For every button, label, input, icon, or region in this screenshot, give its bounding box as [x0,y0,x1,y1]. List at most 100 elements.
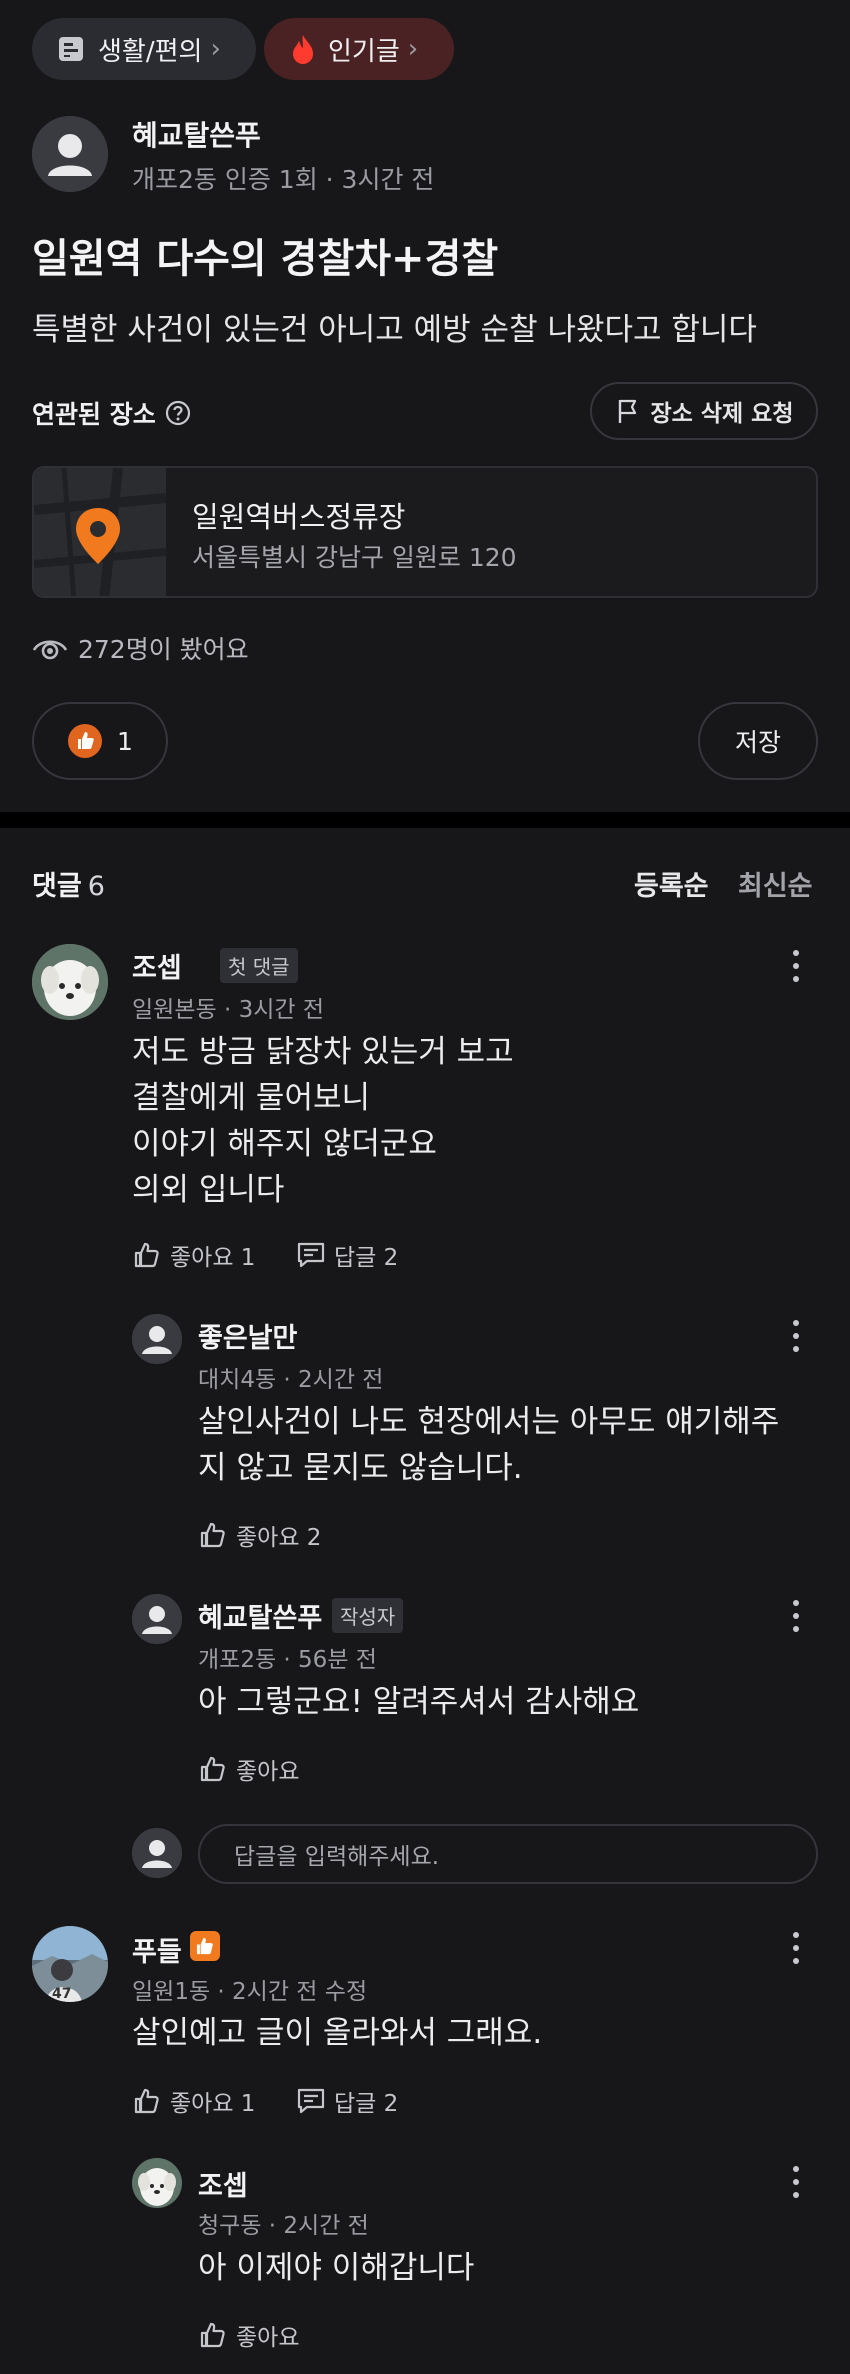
thumbs-up-icon [200,1756,225,1782]
related-place-label: 연관된 장소 [32,400,156,429]
reply-like-label: 좋아요 [236,1759,300,1785]
reply-like-label: 좋아요 2 [236,1525,322,1551]
map-thumbnail [34,468,166,596]
place-card[interactable]: 일원역버스정류장 서울특별시 강남구 일원로 120 [32,466,818,598]
commenter-avatar[interactable]: 47 [32,1926,108,2002]
default-avatar-icon [32,116,108,192]
svg-text:47: 47 [52,1986,71,2002]
more-options-icon[interactable] [782,946,810,986]
popular-chip[interactable]: 인기글 › [264,18,454,80]
post-title: 일원역 다수의 경찰차+경찰 [32,236,499,282]
comment-reply-button[interactable]: 답글 2 [296,1238,398,1272]
comment-author[interactable]: 푸들 [132,1930,182,1969]
reply-like-button[interactable]: 좋아요 2 [198,1518,321,1552]
author-avatar[interactable] [32,116,108,192]
more-options-icon[interactable] [782,1596,810,1636]
reply-input[interactable]: 답글을 입력해주세요. [198,1824,818,1884]
reply-author[interactable]: 좋은날만 [198,1316,297,1355]
default-avatar-icon [132,1314,182,1364]
reply-line: 살인사건이 나도 현장에서는 아무도 얘기해주 [198,1404,780,1440]
comment-like-label: 좋아요 1 [170,2091,256,2117]
sort-registered-tab[interactable]: 등록순 [634,864,709,903]
dog-photo [132,2158,182,2208]
comments-title: 댓글 [32,871,82,902]
post-like-count: 1 [117,726,133,756]
fire-icon [293,35,313,64]
reply-meta: 개포2동 · 56분 전 [198,1647,377,1673]
post-like-button[interactable]: 1 [32,702,168,780]
reply-body: 살인사건이 나도 현장에서는 아무도 얘기해주 지 않고 묻지도 않습니다. [198,1399,779,1491]
view-count-label: 272명이 봤어요 [78,635,249,664]
sort-latest-tab[interactable]: 최신순 [738,864,813,903]
comment-author[interactable]: 조셉 [132,946,182,985]
thumbs-up-icon [134,2088,159,2114]
comment-body: 저도 방금 닭장차 있는거 보고 결찰에게 물어보니 이야기 해주지 않더군요 … [132,1029,514,1213]
user-photo: 47 [32,1926,108,2002]
comment-like-label: 좋아요 1 [170,1245,256,1271]
reply-body: 아 그렇군요! 알려주셔서 감사해요 [198,1684,640,1720]
first-comment-badge: 첫 댓글 [220,948,298,983]
reply-like-button[interactable]: 좋아요 [198,1752,299,1786]
delete-place-request-button[interactable]: 장소 삭제 요청 [590,382,818,440]
chevron-right-icon: › [407,34,419,64]
more-options-icon[interactable] [782,1316,810,1356]
comment-meta: 일원본동 · 3시간 전 [132,997,324,1023]
comment-like-button[interactable]: 좋아요 1 [132,2084,255,2118]
replier-avatar[interactable] [132,2158,182,2208]
my-avatar [132,1828,182,1878]
comment-icon [297,1242,325,1268]
category-chip-label: 생활/편의 [98,36,203,67]
default-avatar-icon [132,1594,182,1644]
replier-avatar[interactable] [132,1594,182,1644]
comment-line: 결찰에게 물어보니 [132,1080,371,1116]
section-divider [0,812,850,828]
comment-reply-label: 답글 2 [334,1245,399,1271]
comment-line: 의외 입니다 [132,1172,285,1208]
thumbs-up-icon [134,1242,159,1268]
save-button-label: 저장 [734,728,781,757]
thumbs-up-icon [200,1522,225,1548]
reply-author[interactable]: 혜교탈쓴푸 [198,1596,322,1635]
comment-line: 저도 방금 닭장차 있는거 보고 [132,1034,514,1070]
comment-like-button[interactable]: 좋아요 1 [132,1238,255,1272]
board-icon [59,37,83,61]
reply-like-button[interactable]: 좋아요 [198,2318,299,2352]
more-options-icon[interactable] [782,2162,810,2202]
flag-icon [618,399,636,423]
comment-line: 이야기 해주지 않더군요 [132,1126,437,1162]
chevron-right-icon: › [210,34,221,64]
comments-header: 댓글 6 [32,864,105,903]
place-name: 일원역버스정류장 [192,500,406,534]
dog-photo [32,944,108,1020]
comment-body: 살인예고 글이 올라와서 그래요. [132,2015,543,2051]
view-count: 272명이 봤어요 [32,630,249,666]
comments-count: 6 [87,871,105,902]
reply-body: 아 이제야 이해갑니다 [198,2250,475,2286]
thumbs-up-icon [68,724,103,758]
popular-chip-label: 인기글 [328,36,400,67]
category-chip[interactable]: 생활/편의 › [32,18,256,80]
comment-icon [297,2088,325,2114]
reply-line: 지 않고 묻지도 않습니다. [198,1450,523,1486]
commenter-avatar[interactable] [32,944,108,1020]
reply-author[interactable]: 조셉 [198,2164,248,2203]
post-body: 특별한 사건이 있는건 아니고 예방 순찰 나왔다고 합니다 [32,312,757,348]
reply-meta: 청구동 · 2시간 전 [198,2213,369,2239]
reply-input-placeholder: 답글을 입력해주세요. [234,1844,440,1870]
thumbs-up-badge-icon [190,1931,220,1961]
comment-reply-label: 답글 2 [334,2091,399,2117]
question-circle-icon[interactable] [164,399,192,427]
eye-icon [32,640,68,660]
thumbs-up-icon [200,2322,225,2348]
replier-avatar[interactable] [132,1314,182,1364]
related-place-header: 연관된 장소 [32,395,192,431]
more-options-icon[interactable] [782,1928,810,1968]
author-name[interactable]: 혜교탈쓴푸 [132,114,261,154]
reply-like-label: 좋아요 [236,2325,300,2351]
save-button[interactable]: 저장 [698,702,818,780]
delete-place-request-label: 장소 삭제 요청 [650,401,794,427]
comment-reply-button[interactable]: 답글 2 [296,2084,398,2118]
author-badge: 작성자 [332,1598,404,1633]
comment-meta: 일원1동 · 2시간 전 수정 [132,1979,368,2005]
place-address: 서울특별시 강남구 일원로 120 [192,543,517,572]
